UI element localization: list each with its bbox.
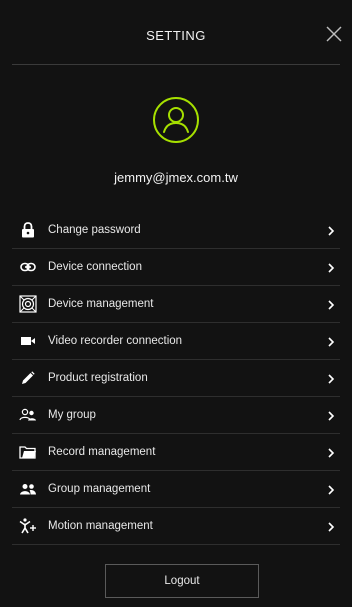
- menu-item-product-registration[interactable]: Product registration: [12, 360, 340, 397]
- folder-icon: [18, 442, 38, 462]
- menu-item-label: Device management: [48, 298, 154, 310]
- user-email: jemmy@jmex.com.tw: [114, 170, 238, 185]
- page-title: SETTING: [146, 28, 206, 43]
- video-camera-icon: [18, 331, 38, 351]
- menu-item-label: Change password: [48, 224, 141, 236]
- lock-icon: [18, 220, 38, 240]
- menu-item-video-recorder-connection[interactable]: Video recorder connection: [12, 323, 340, 360]
- user-avatar-icon: [152, 96, 200, 144]
- menu-item-group-management[interactable]: Group management: [12, 471, 340, 508]
- menu-item-device-connection[interactable]: Device connection: [12, 249, 340, 286]
- close-icon[interactable]: [324, 24, 344, 44]
- menu-item-device-management[interactable]: Device management: [12, 286, 340, 323]
- menu-item-label: Product registration: [48, 372, 148, 384]
- menu-item-label: Record management: [48, 446, 156, 458]
- menu-item-motion-management[interactable]: Motion management: [12, 508, 340, 545]
- chevron-right-icon: [326, 298, 336, 310]
- chevron-right-icon: [326, 446, 336, 458]
- chevron-right-icon: [326, 520, 336, 532]
- chevron-right-icon: [326, 409, 336, 421]
- chevron-right-icon: [326, 224, 336, 236]
- device-manage-icon: [18, 294, 38, 314]
- chevron-right-icon: [326, 483, 336, 495]
- chevron-right-icon: [326, 261, 336, 273]
- header: SETTING: [0, 0, 352, 64]
- menu-item-change-password[interactable]: Change password: [12, 212, 340, 249]
- chevron-right-icon: [326, 372, 336, 384]
- chevron-right-icon: [326, 335, 336, 347]
- settings-menu: Change password Device connection Device…: [12, 212, 340, 545]
- menu-item-my-group[interactable]: My group: [12, 397, 340, 434]
- logout-button[interactable]: Logout: [105, 564, 259, 598]
- pencil-icon: [18, 368, 38, 388]
- link-icon: [18, 257, 38, 277]
- menu-item-label: Device connection: [48, 261, 142, 273]
- header-divider: [12, 64, 340, 65]
- my-group-icon: [18, 405, 38, 425]
- settings-panel: SETTING jemmy@jmex.com.tw Change passwor…: [0, 0, 352, 607]
- menu-item-label: My group: [48, 409, 96, 421]
- motion-icon: [18, 516, 38, 536]
- menu-item-label: Group management: [48, 483, 151, 495]
- menu-item-record-management[interactable]: Record management: [12, 434, 340, 471]
- menu-item-label: Motion management: [48, 520, 153, 532]
- group-icon: [18, 479, 38, 499]
- menu-item-label: Video recorder connection: [48, 335, 183, 347]
